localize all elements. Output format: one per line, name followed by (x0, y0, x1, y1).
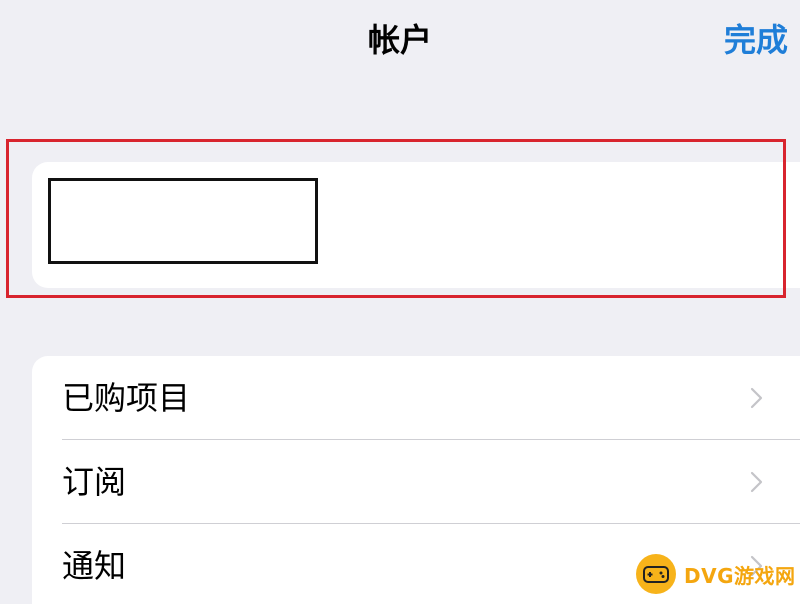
done-button[interactable]: 完成 (724, 18, 788, 62)
gamepad-icon (636, 554, 676, 594)
chevron-right-icon (750, 471, 763, 493)
watermark: DVG游戏网 (636, 544, 800, 604)
watermark-text: DVG游戏网 (684, 563, 796, 588)
chevron-right-icon (750, 387, 763, 409)
highlight-frame (6, 139, 786, 298)
menu-item-label: 订阅 (62, 463, 127, 501)
page-title: 帐户 (367, 21, 432, 59)
menu-item-subscriptions[interactable]: 订阅 (32, 440, 800, 524)
menu-item-label: 通知 (62, 547, 127, 585)
menu-item-purchased[interactable]: 已购项目 (32, 356, 800, 440)
menu-item-label: 已购项目 (62, 379, 191, 417)
